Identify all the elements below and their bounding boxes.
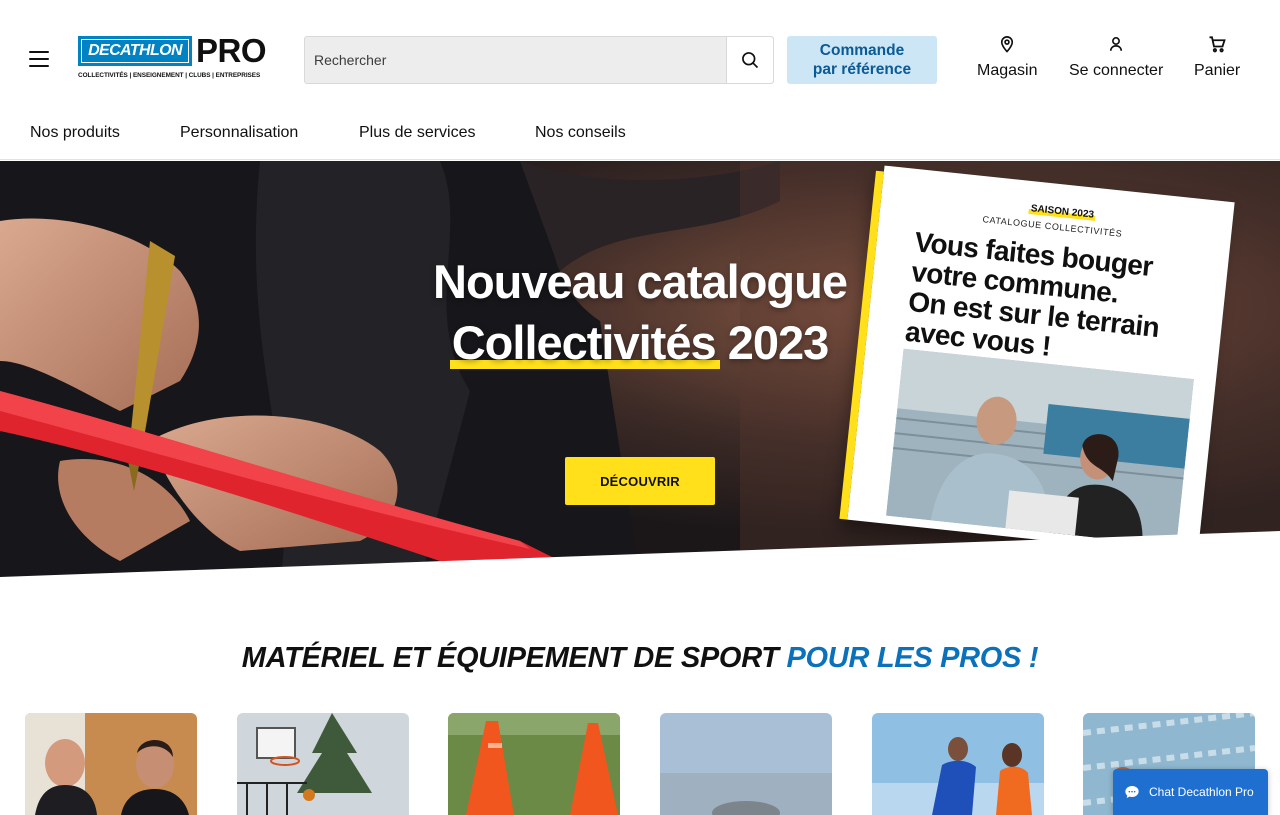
store-link[interactable]: Magasin bbox=[977, 34, 1037, 80]
nav-item-products[interactable]: Nos produits bbox=[30, 124, 120, 142]
hero-title-year: 2023 bbox=[727, 316, 830, 369]
hero-banner[interactable]: Nouveau catalogue Collectivités 2023 DÉC… bbox=[0, 161, 1280, 581]
section-title-accent: POUR LES PROS ! bbox=[786, 642, 1039, 674]
category-card[interactable] bbox=[660, 713, 832, 815]
hero-title-highlight: Collectivités bbox=[449, 316, 720, 369]
logo-brand: DECATHLON bbox=[78, 36, 192, 66]
category-card[interactable] bbox=[237, 713, 409, 815]
user-icon bbox=[1110, 37, 1123, 51]
category-card-image bbox=[25, 713, 197, 815]
catalog-cover[interactable]: SAISON 2023 CATALOGUE COLLECTIVITÉS Vous… bbox=[839, 165, 1235, 557]
category-card-image bbox=[237, 713, 409, 815]
cart-label: Panier bbox=[1194, 62, 1241, 79]
search-icon bbox=[742, 52, 759, 69]
nav-item-advice[interactable]: Nos conseils bbox=[535, 124, 626, 142]
chat-label: Chat Decathlon Pro bbox=[1149, 785, 1254, 799]
category-card[interactable] bbox=[448, 713, 620, 815]
section-title: MATÉRIEL ET ÉQUIPEMENT DE SPORT POUR LES… bbox=[0, 642, 1280, 675]
discover-button[interactable]: DÉCOUVRIR bbox=[565, 457, 715, 505]
logo-suffix: PRO bbox=[196, 32, 267, 69]
category-card-image bbox=[872, 713, 1044, 815]
login-link[interactable]: Se connecter bbox=[1069, 34, 1163, 80]
site-header: DECATHLON PRO COLLECTIVITÉS | ENSEIGNEME… bbox=[0, 0, 1280, 112]
decathlon-pro-logo[interactable]: DECATHLON PRO COLLECTIVITÉS | ENSEIGNEME… bbox=[78, 32, 274, 82]
logo-tagline: COLLECTIVITÉS | ENSEIGNEMENT | CLUBS | E… bbox=[78, 72, 261, 79]
cart-icon bbox=[1209, 36, 1226, 53]
category-card[interactable] bbox=[25, 713, 197, 815]
category-card-image bbox=[660, 713, 832, 815]
category-cards bbox=[25, 713, 1265, 815]
store-label: Magasin bbox=[977, 62, 1038, 79]
catalog-season: SAISON 2023 bbox=[1028, 202, 1097, 221]
chat-bubble-icon bbox=[1125, 786, 1139, 798]
order-by-reference-line2: par référence bbox=[812, 61, 912, 78]
order-by-reference-button[interactable]: Commande par référence bbox=[787, 36, 937, 84]
category-card[interactable] bbox=[872, 713, 1044, 815]
nav-item-services[interactable]: Plus de services bbox=[359, 124, 476, 142]
catalog-photo-meeting bbox=[885, 348, 1194, 547]
login-label: Se connecter bbox=[1069, 62, 1164, 79]
chat-button[interactable]: Chat Decathlon Pro bbox=[1113, 769, 1268, 815]
order-by-reference-line1: Commande bbox=[819, 42, 905, 59]
nav-item-personalisation[interactable]: Personnalisation bbox=[180, 124, 298, 142]
location-pin-icon bbox=[1001, 36, 1014, 53]
cart-link[interactable]: Panier bbox=[1194, 34, 1240, 80]
search-input[interactable] bbox=[305, 37, 726, 83]
main-nav: Nos produits Personnalisation Plus de se… bbox=[0, 112, 1280, 160]
section-title-main: MATÉRIEL ET ÉQUIPEMENT DE SPORT bbox=[241, 642, 779, 674]
category-card-image bbox=[448, 713, 620, 815]
search-button[interactable] bbox=[726, 37, 773, 83]
search-bar bbox=[304, 36, 774, 84]
menu-icon[interactable] bbox=[26, 48, 52, 70]
